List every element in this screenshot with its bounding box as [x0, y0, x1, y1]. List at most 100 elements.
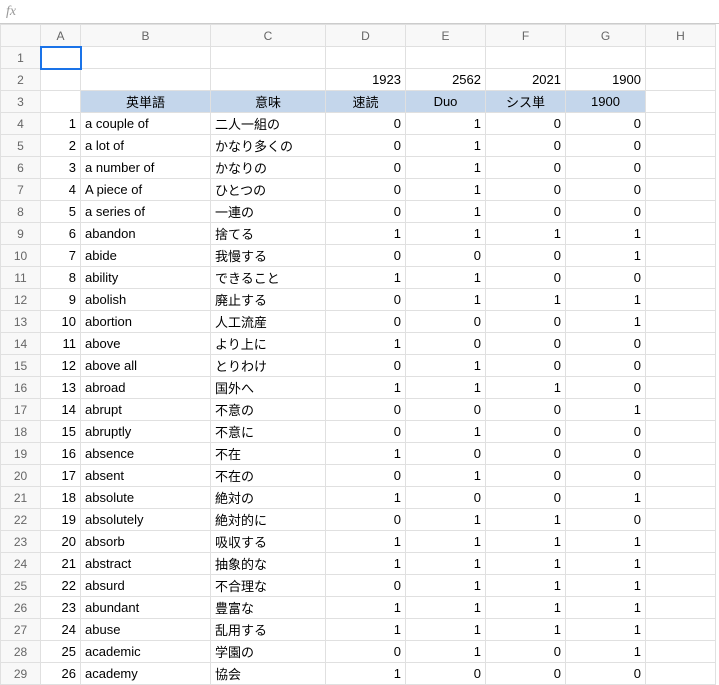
cell-meaning[interactable]: 吸収する [211, 531, 326, 553]
cell-flag-g[interactable]: 0 [566, 135, 646, 157]
cell-flag-g[interactable]: 1 [566, 245, 646, 267]
cell[interactable] [646, 267, 716, 289]
cell-index[interactable]: 5 [41, 201, 81, 223]
row-header-15[interactable]: 15 [1, 355, 41, 377]
cell[interactable] [646, 47, 716, 69]
cell-index[interactable]: 1 [41, 113, 81, 135]
cell[interactable] [646, 487, 716, 509]
cell-flag-e[interactable]: 1 [406, 135, 486, 157]
cell-flag-g[interactable]: 1 [566, 399, 646, 421]
cell-flag-d[interactable]: 0 [326, 179, 406, 201]
cell-flag-g[interactable]: 1 [566, 575, 646, 597]
cell-flag-e[interactable]: 1 [406, 377, 486, 399]
cell-word[interactable]: absence [81, 443, 211, 465]
cell-flag-f[interactable]: 1 [486, 509, 566, 531]
cell-meaning[interactable]: 国外へ [211, 377, 326, 399]
cell-flag-e[interactable]: 1 [406, 421, 486, 443]
cell-flag-g[interactable]: 1 [566, 487, 646, 509]
cell-flag-g[interactable]: 1 [566, 641, 646, 663]
cell-flag-d[interactable]: 1 [326, 267, 406, 289]
cell[interactable] [646, 355, 716, 377]
cell-flag-f[interactable]: 0 [486, 421, 566, 443]
cell-flag-g[interactable]: 1 [566, 597, 646, 619]
cell-index[interactable]: 20 [41, 531, 81, 553]
row-header-25[interactable]: 25 [1, 575, 41, 597]
col-header-B[interactable]: B [81, 25, 211, 47]
cell-flag-g[interactable]: 0 [566, 421, 646, 443]
cell-index[interactable]: 21 [41, 553, 81, 575]
cell-index[interactable]: 15 [41, 421, 81, 443]
cell[interactable] [646, 509, 716, 531]
cell-word[interactable]: a couple of [81, 113, 211, 135]
header-sokudoku[interactable]: 速読 [326, 91, 406, 113]
header-duo[interactable]: Duo [406, 91, 486, 113]
corner-cell[interactable] [1, 25, 41, 47]
cell-meaning[interactable]: 廃止する [211, 289, 326, 311]
cell-meaning[interactable]: 人工流産 [211, 311, 326, 333]
cell[interactable] [41, 91, 81, 113]
cell-flag-d[interactable]: 0 [326, 311, 406, 333]
cell-index[interactable]: 4 [41, 179, 81, 201]
cell-index[interactable]: 19 [41, 509, 81, 531]
cell-flag-g[interactable]: 0 [566, 113, 646, 135]
cell-flag-f[interactable]: 0 [486, 157, 566, 179]
cell-meaning[interactable]: 二人一組の [211, 113, 326, 135]
cell[interactable] [211, 47, 326, 69]
cell-flag-e[interactable]: 0 [406, 245, 486, 267]
cell-flag-e[interactable]: 0 [406, 487, 486, 509]
spreadsheet-grid[interactable]: A B C D E F G H 1219232562202119003英単語意味… [0, 24, 719, 685]
cell-index[interactable]: 3 [41, 157, 81, 179]
cell-flag-d[interactable]: 0 [326, 201, 406, 223]
row-header-2[interactable]: 2 [1, 69, 41, 91]
cell-flag-e[interactable]: 0 [406, 311, 486, 333]
cell-index[interactable]: 25 [41, 641, 81, 663]
cell-flag-g[interactable]: 1 [566, 553, 646, 575]
cell-flag-f[interactable]: 0 [486, 267, 566, 289]
cell-flag-d[interactable]: 0 [326, 157, 406, 179]
row-header-24[interactable]: 24 [1, 553, 41, 575]
cell-flag-f[interactable]: 0 [486, 663, 566, 685]
row-header-13[interactable]: 13 [1, 311, 41, 333]
cell-index[interactable]: 13 [41, 377, 81, 399]
cell-index[interactable]: 6 [41, 223, 81, 245]
cell-flag-d[interactable]: 0 [326, 641, 406, 663]
cell-meaning[interactable]: かなり多くの [211, 135, 326, 157]
cell-flag-g[interactable]: 1 [566, 531, 646, 553]
col-header-F[interactable]: F [486, 25, 566, 47]
cell-flag-f[interactable]: 0 [486, 487, 566, 509]
cell-index[interactable]: 2 [41, 135, 81, 157]
row-header-1[interactable]: 1 [1, 47, 41, 69]
cell[interactable] [646, 333, 716, 355]
cell-flag-g[interactable]: 0 [566, 443, 646, 465]
cell-flag-e[interactable]: 1 [406, 113, 486, 135]
cell-flag-g[interactable]: 0 [566, 465, 646, 487]
col-header-H[interactable]: H [646, 25, 716, 47]
cell-index[interactable]: 24 [41, 619, 81, 641]
cell-index[interactable]: 26 [41, 663, 81, 685]
cell[interactable] [646, 465, 716, 487]
cell-flag-d[interactable]: 0 [326, 135, 406, 157]
cell-word[interactable]: a series of [81, 201, 211, 223]
cell-flag-d[interactable]: 0 [326, 509, 406, 531]
cell-word[interactable]: a lot of [81, 135, 211, 157]
cell-index[interactable]: 23 [41, 597, 81, 619]
header-word[interactable]: 英単語 [81, 91, 211, 113]
cell[interactable] [646, 91, 716, 113]
cell-word[interactable]: ability [81, 267, 211, 289]
cell[interactable] [81, 47, 211, 69]
cell-index[interactable]: 10 [41, 311, 81, 333]
cell-meaning[interactable]: できること [211, 267, 326, 289]
cell-flag-d[interactable]: 1 [326, 377, 406, 399]
cell-word[interactable]: abide [81, 245, 211, 267]
cell-word[interactable]: abandon [81, 223, 211, 245]
cell[interactable] [326, 47, 406, 69]
cell-flag-d[interactable]: 1 [326, 663, 406, 685]
cell[interactable] [646, 575, 716, 597]
cell-flag-f[interactable]: 0 [486, 179, 566, 201]
cell-word[interactable]: above [81, 333, 211, 355]
cell-word[interactable]: absent [81, 465, 211, 487]
cell-flag-e[interactable]: 1 [406, 597, 486, 619]
cell-index[interactable]: 22 [41, 575, 81, 597]
cell[interactable] [646, 245, 716, 267]
cell-flag-d[interactable]: 1 [326, 443, 406, 465]
